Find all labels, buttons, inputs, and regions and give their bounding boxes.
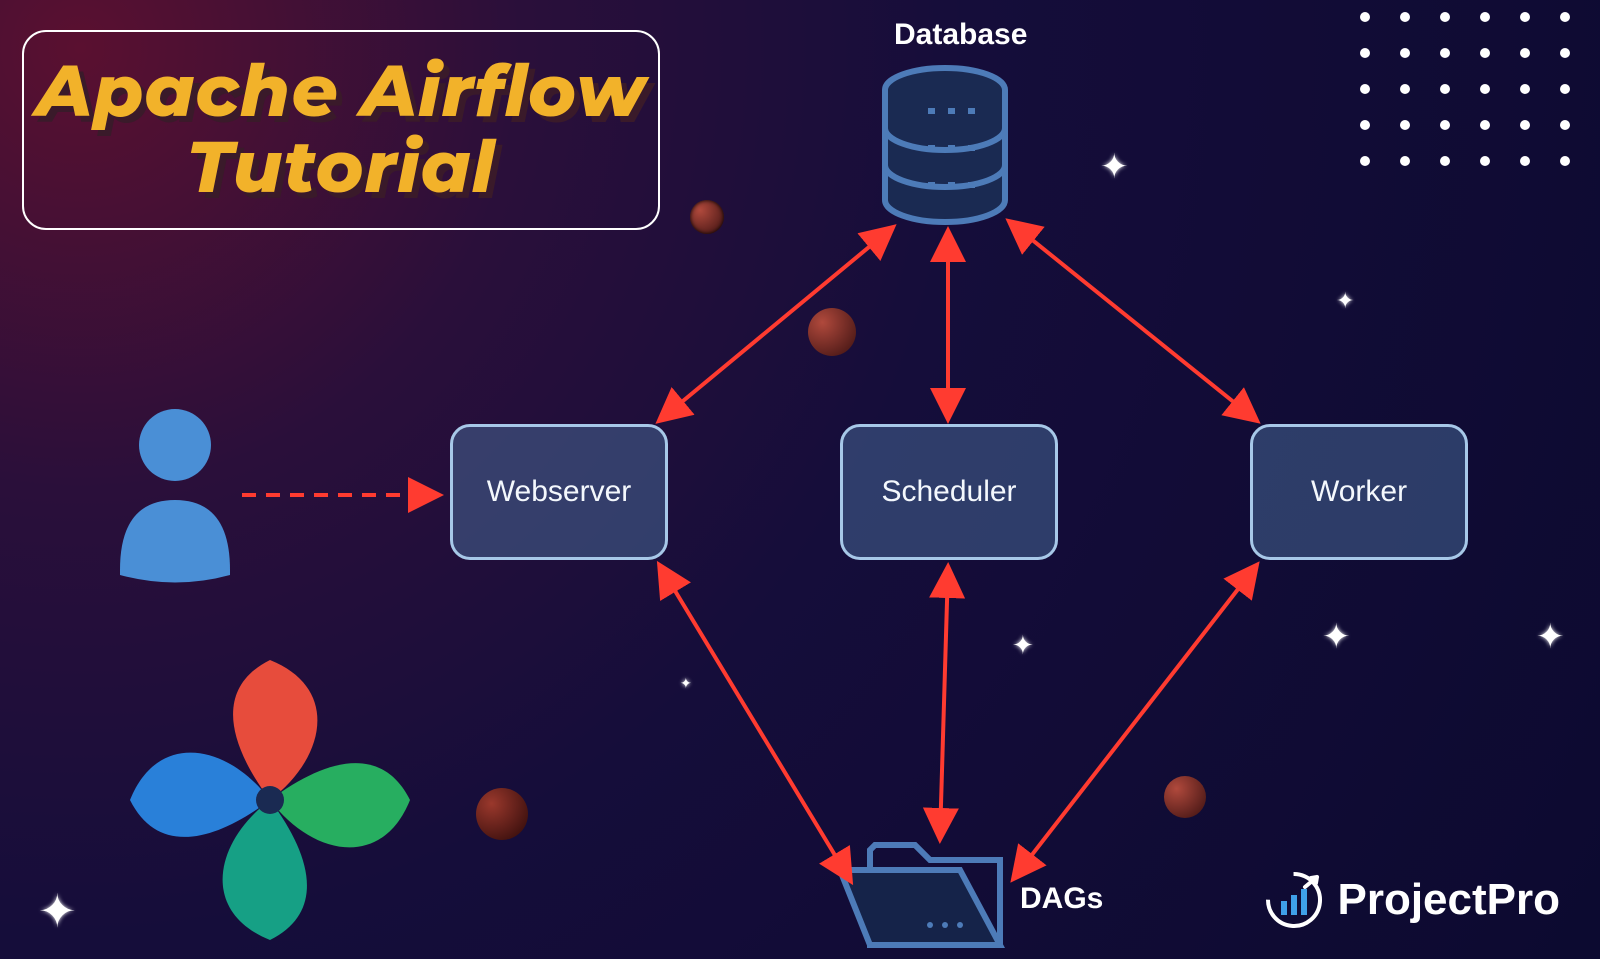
- sparkle-decor: ✦: [1536, 620, 1565, 654]
- node-webserver: Webserver: [450, 424, 668, 560]
- sparkle-decor: ✦: [1100, 150, 1129, 184]
- user-icon: [120, 409, 230, 583]
- edge-scheduler-dags: [940, 568, 948, 838]
- dot-grid-decor: [1360, 12, 1570, 166]
- page-title: Apache Airflow Tutorial: [36, 54, 646, 205]
- brand-logo: ProjectPro: [1265, 871, 1560, 929]
- planet-decor: [1164, 776, 1206, 818]
- projectpro-mark-icon: [1265, 871, 1323, 929]
- edge-worker-dags: [1014, 566, 1256, 878]
- airflow-pinwheel-icon: [130, 660, 410, 940]
- sparkle-decor: ✦: [1322, 620, 1351, 654]
- node-worker-label: Worker: [1311, 475, 1407, 509]
- title-line-2: Tutorial: [187, 123, 496, 211]
- planet-decor: [690, 200, 724, 234]
- edge-worker-database: [1010, 222, 1256, 420]
- folder-icon: [840, 845, 1000, 945]
- dags-label: DAGs: [1020, 882, 1103, 916]
- node-webserver-label: Webserver: [487, 475, 632, 509]
- edge-webserver-dags: [660, 566, 850, 880]
- sparkle-decor: ✦: [38, 888, 77, 934]
- node-worker: Worker: [1250, 424, 1468, 560]
- sparkle-decor: ✦: [1336, 290, 1354, 312]
- node-scheduler-label: Scheduler: [881, 475, 1016, 509]
- edge-webserver-database: [660, 228, 892, 420]
- sparkle-decor: ✦: [1012, 632, 1034, 658]
- planet-decor: [808, 308, 856, 356]
- planet-decor: [476, 788, 528, 840]
- node-scheduler: Scheduler: [840, 424, 1058, 560]
- sparkle-decor: ✦: [680, 676, 692, 690]
- title-box: Apache Airflow Tutorial: [22, 30, 660, 230]
- database-icon: [885, 68, 1005, 222]
- brand-name: ProjectPro: [1337, 875, 1560, 925]
- database-label: Database: [894, 18, 1027, 52]
